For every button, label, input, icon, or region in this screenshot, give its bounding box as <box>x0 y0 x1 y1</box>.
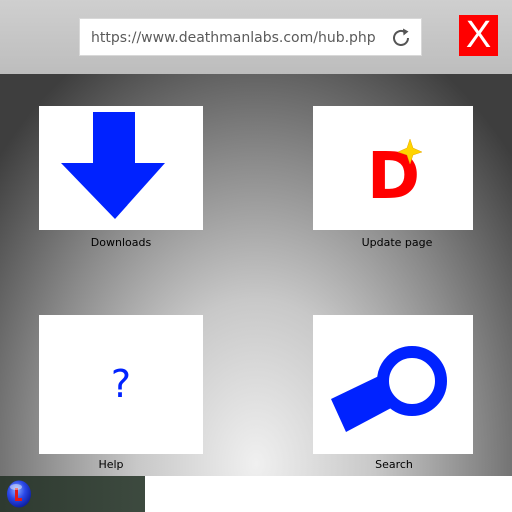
downloads-tile[interactable] <box>39 106 203 230</box>
url-text[interactable]: https://www.deathmanlabs.com/hub.php <box>91 30 376 46</box>
search-label: Search <box>375 458 413 471</box>
address-bar[interactable]: https://www.deathmanlabs.com/hub.php <box>79 18 422 56</box>
help-label: Help <box>98 458 124 471</box>
hub-content: Downloads D Update page ? Help Search <box>0 74 512 476</box>
magnifier-ring <box>377 346 447 416</box>
taskbar <box>0 476 512 512</box>
taskbar-panel <box>0 476 145 512</box>
update-page-tile[interactable]: D <box>313 106 473 230</box>
question-mark-icon: ? <box>111 362 131 406</box>
download-arrow-icon <box>61 112 165 219</box>
downloads-label: Downloads <box>90 236 152 249</box>
orb-start-icon[interactable] <box>5 479 33 509</box>
magnifier-icon <box>331 346 447 432</box>
d-sparkle-icon: D <box>367 138 423 214</box>
update-page-label: Update page <box>361 236 433 249</box>
reload-icon[interactable] <box>389 26 413 50</box>
search-tile[interactable] <box>313 315 473 454</box>
help-tile[interactable]: ? <box>39 315 203 454</box>
close-button[interactable]: X <box>459 15 498 56</box>
help-question-glyph: ? <box>111 362 131 406</box>
browser-toolbar: https://www.deathmanlabs.com/hub.php X <box>0 0 512 74</box>
